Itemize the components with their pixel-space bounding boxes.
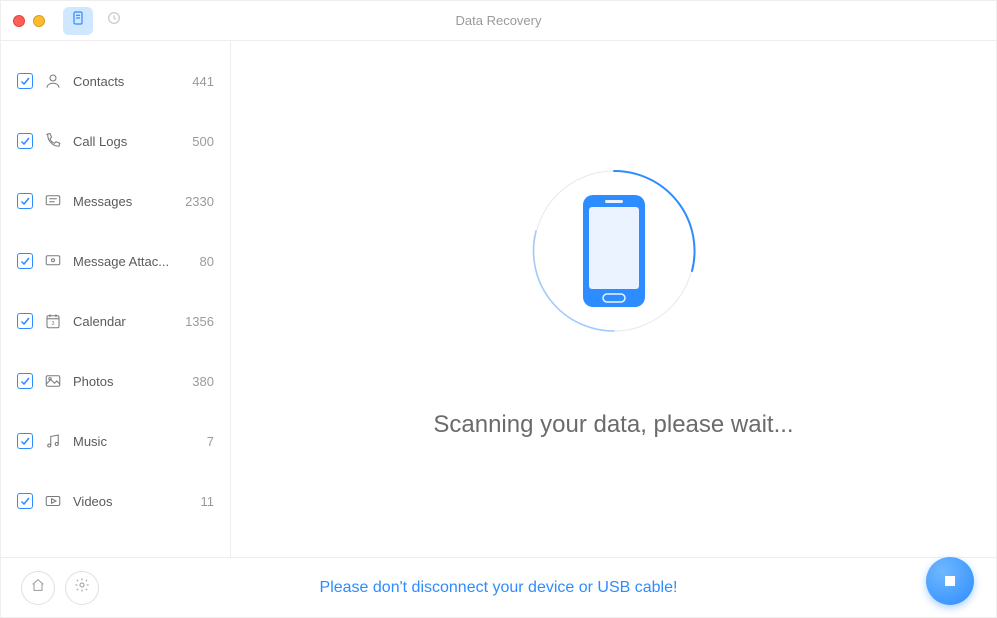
progress-ring-icon xyxy=(524,161,704,341)
sidebar-item-messages[interactable]: Messages 2330 xyxy=(1,171,230,231)
checkbox[interactable] xyxy=(17,493,33,509)
backup-tab[interactable] xyxy=(99,7,129,35)
category-sidebar[interactable]: Contacts 441 Call Logs 500 Messages 2330… xyxy=(1,41,231,557)
sidebar-item-label: Contacts xyxy=(73,74,182,89)
sidebar-item-count: 2330 xyxy=(185,194,214,209)
sidebar-item-message-attachments[interactable]: Message Attac... 80 xyxy=(1,231,230,291)
sidebar-item-label: Calendar xyxy=(73,314,175,329)
chat-icon xyxy=(43,191,63,211)
stop-scan-button[interactable] xyxy=(926,557,974,605)
sidebar-item-label: Message Attac... xyxy=(73,254,190,269)
sidebar-item-contacts[interactable]: Contacts 441 xyxy=(1,51,230,111)
sidebar-item-photos[interactable]: Photos 380 xyxy=(1,351,230,411)
app-window: Data Recovery Contacts 441 Call Logs 500… xyxy=(0,0,997,618)
video-icon xyxy=(43,491,63,511)
phone-icon xyxy=(43,131,63,151)
attach-icon xyxy=(43,251,63,271)
sidebar-item-label: Photos xyxy=(73,374,182,389)
scan-progress-ring xyxy=(524,161,704,341)
calendar-icon: 3 xyxy=(43,311,63,331)
footer-warning: Please don't disconnect your device or U… xyxy=(1,579,996,597)
window-title: Data Recovery xyxy=(1,13,996,28)
minimize-window-button[interactable] xyxy=(33,15,45,27)
stop-icon xyxy=(945,576,955,586)
window-controls xyxy=(1,15,45,27)
sidebar-item-calendar[interactable]: 3 Calendar 1356 xyxy=(1,291,230,351)
sidebar-item-count: 11 xyxy=(201,494,215,509)
checkbox[interactable] xyxy=(17,373,33,389)
main-panel: Scanning your data, please wait... xyxy=(231,41,996,557)
sidebar-item-label: Music xyxy=(73,434,197,449)
checkbox[interactable] xyxy=(17,253,33,269)
titlebar: Data Recovery xyxy=(1,1,996,41)
document-icon xyxy=(70,10,86,31)
backup-icon xyxy=(106,10,122,31)
checkbox[interactable] xyxy=(17,433,33,449)
sidebar-item-count: 441 xyxy=(192,74,214,89)
svg-text:3: 3 xyxy=(52,321,55,327)
sidebar-item-call-logs[interactable]: Call Logs 500 xyxy=(1,111,230,171)
sidebar-item-count: 1356 xyxy=(185,314,214,329)
sidebar-item-count: 7 xyxy=(207,434,214,449)
device-data-tab[interactable] xyxy=(63,7,93,35)
sidebar-item-count: 380 xyxy=(192,374,214,389)
status-message: Scanning your data, please wait... xyxy=(433,411,793,439)
sidebar-item-music[interactable]: Music 7 xyxy=(1,411,230,471)
footer-buttons xyxy=(21,571,99,605)
home-icon xyxy=(30,577,46,598)
checkbox[interactable] xyxy=(17,193,33,209)
toolbar xyxy=(63,7,129,35)
sidebar-item-label: Messages xyxy=(73,194,175,209)
photo-icon xyxy=(43,371,63,391)
music-icon xyxy=(43,431,63,451)
footer: Please don't disconnect your device or U… xyxy=(1,557,996,617)
gear-icon xyxy=(74,577,90,598)
sidebar-item-label: Call Logs xyxy=(73,134,182,149)
person-icon xyxy=(43,71,63,91)
home-button[interactable] xyxy=(21,571,55,605)
sidebar-item-count: 500 xyxy=(192,134,214,149)
sidebar-item-label: Videos xyxy=(73,494,191,509)
sidebar-item-videos[interactable]: Videos 11 xyxy=(1,471,230,531)
checkbox[interactable] xyxy=(17,133,33,149)
sidebar-item-count: 80 xyxy=(200,254,214,269)
checkbox[interactable] xyxy=(17,313,33,329)
app-body: Contacts 441 Call Logs 500 Messages 2330… xyxy=(1,41,996,557)
close-window-button[interactable] xyxy=(13,15,25,27)
settings-button[interactable] xyxy=(65,571,99,605)
checkbox[interactable] xyxy=(17,73,33,89)
